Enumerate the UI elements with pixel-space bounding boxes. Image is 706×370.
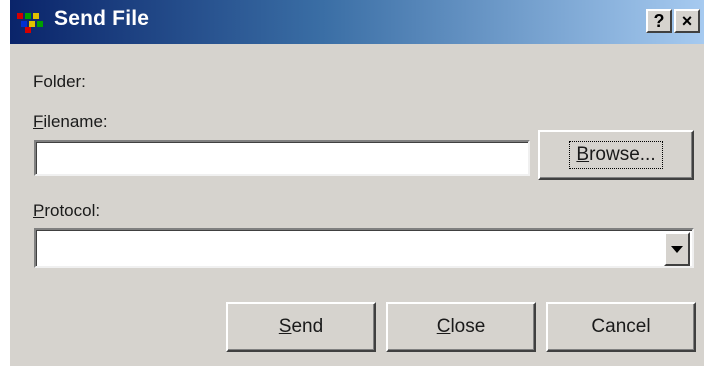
close-button[interactable]: Close	[386, 302, 536, 352]
close-window-button[interactable]: ×	[674, 9, 700, 33]
close-button-label: Close	[436, 316, 486, 337]
filename-label: Filename:	[33, 112, 108, 131]
browse-button[interactable]: Browse...	[538, 130, 694, 180]
filename-input[interactable]	[36, 142, 528, 174]
help-icon: ?	[653, 10, 665, 31]
send-button-label: Send	[278, 316, 324, 337]
dropdown-arrow-button[interactable]	[664, 232, 690, 266]
browse-button-label: Browse...	[569, 141, 663, 169]
chevron-down-icon	[671, 245, 683, 253]
protocol-label: Protocol:	[33, 201, 101, 220]
filename-field[interactable]	[34, 140, 530, 176]
cancel-button[interactable]: Cancel	[546, 302, 696, 352]
folder-label: Folder:	[33, 72, 86, 91]
close-icon: ×	[681, 10, 693, 31]
protocol-select[interactable]	[34, 228, 694, 268]
help-button[interactable]: ?	[646, 9, 672, 33]
cancel-button-label: Cancel	[591, 316, 651, 337]
app-icon	[17, 13, 43, 33]
title-bar[interactable]: Send File ? ×	[10, 0, 704, 44]
send-button[interactable]: Send	[226, 302, 376, 352]
dialog-title: Send File	[54, 7, 150, 30]
send-file-dialog: Send File ? × Folder: Filename: Browse..…	[10, 0, 704, 366]
